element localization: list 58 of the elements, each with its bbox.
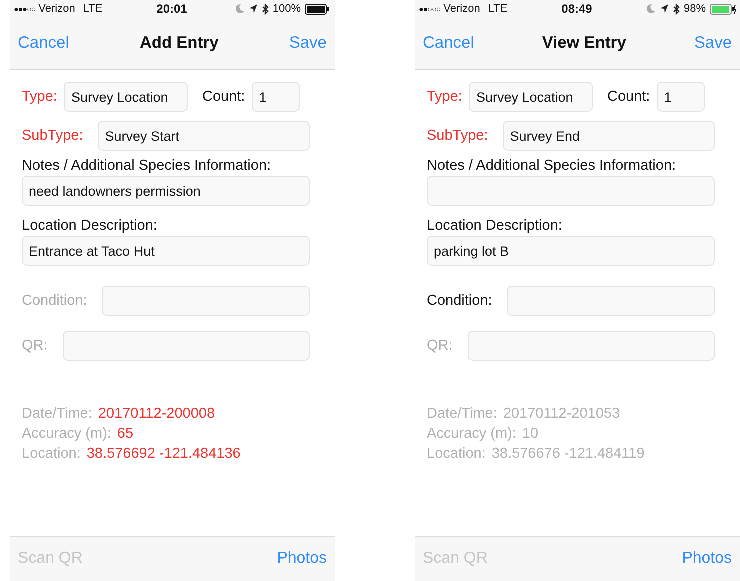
network-type: LTE xyxy=(488,3,508,15)
field-label: Notes / Additional Species Information: xyxy=(427,158,678,174)
info-value: 20170112-201053 xyxy=(503,406,620,422)
field-label: Condition: xyxy=(427,293,492,309)
carrier-name: Verizon xyxy=(38,3,76,15)
status-time: 08:49 xyxy=(560,2,594,16)
info-value: 10 xyxy=(522,426,539,442)
text-field[interactable]: Entrance at Taco Hut xyxy=(22,236,310,266)
info-value: 20170112-200008 xyxy=(98,406,216,422)
bluetooth-icon xyxy=(262,4,269,14)
text-field[interactable]: Survey Start xyxy=(98,121,310,151)
signal-indicator: ●●○○○ xyxy=(419,4,441,14)
carrier-name: Verizon xyxy=(444,3,480,15)
text-field[interactable] xyxy=(102,286,310,316)
field-label: SubType: xyxy=(427,128,488,144)
status-time: 20:01 xyxy=(156,2,188,16)
field-label: Type: xyxy=(22,89,58,105)
info-value: 38.576692 -121.484136 xyxy=(86,446,241,462)
field-label: SubType: xyxy=(22,128,84,144)
bluetooth-icon xyxy=(672,4,680,14)
info-label: Accuracy (m): xyxy=(427,426,516,442)
text-field[interactable]: need landowners permission xyxy=(22,176,310,206)
info-label: Location: xyxy=(427,446,486,462)
field-label: Type: xyxy=(427,89,462,105)
text-field[interactable]: Survey End xyxy=(503,121,715,151)
text-field[interactable]: 1 xyxy=(252,82,300,112)
field-label: QR: xyxy=(427,338,453,354)
screen-title: View Entry xyxy=(542,34,626,53)
text-field[interactable] xyxy=(468,331,715,361)
info-value: 65 xyxy=(117,426,134,442)
moon-icon xyxy=(646,4,656,14)
info-label: Accuracy (m): xyxy=(22,426,112,442)
text-field[interactable] xyxy=(507,286,715,316)
text-field[interactable]: 1 xyxy=(657,82,706,112)
signal-indicator: ●●●○○ xyxy=(14,4,36,14)
text-field[interactable]: Survey Location xyxy=(469,82,594,112)
text-field[interactable]: Survey Location xyxy=(64,82,188,112)
moon-icon xyxy=(236,4,245,14)
field-label: Count: xyxy=(607,89,650,105)
info-label: Date/Time: xyxy=(22,406,92,422)
info-label: Date/Time: xyxy=(427,406,498,422)
battery-percent: 100% xyxy=(272,3,301,15)
field-label: Location Description: xyxy=(22,218,158,234)
info-label: Location: xyxy=(22,446,81,462)
battery-percent: 98% xyxy=(684,3,706,15)
field-label: Condition: xyxy=(22,293,88,309)
text-field[interactable]: parking lot B xyxy=(427,236,715,266)
field-label: QR: xyxy=(22,338,48,354)
text-field[interactable] xyxy=(62,331,310,361)
network-type: LTE xyxy=(83,3,103,15)
field-label: Location Description: xyxy=(427,218,564,234)
location-arrow-icon xyxy=(660,4,669,14)
info-value: 38.576676 -121.484119 xyxy=(492,446,645,462)
text-field[interactable] xyxy=(427,176,715,206)
location-arrow-icon xyxy=(248,4,258,14)
field-label: Notes / Additional Species Information: xyxy=(22,158,272,174)
field-label: Count: xyxy=(202,89,246,105)
screen-title: Add Entry xyxy=(140,34,219,53)
